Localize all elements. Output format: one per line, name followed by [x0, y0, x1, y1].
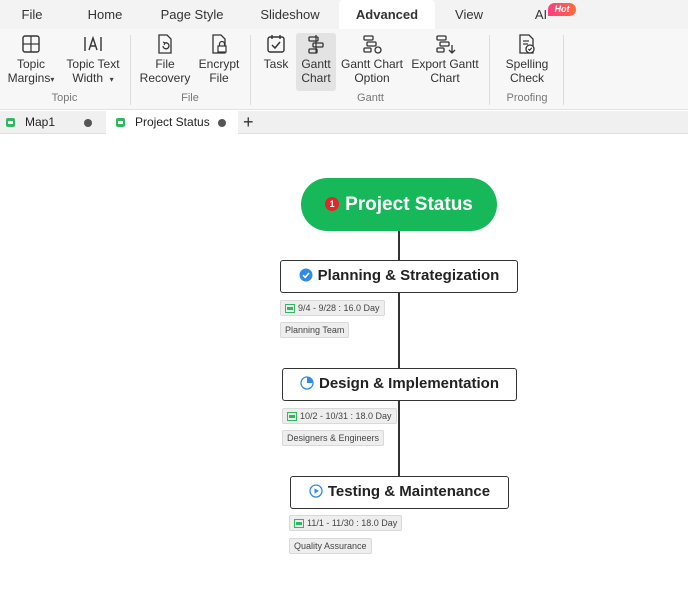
gantt-chart-icon — [308, 35, 324, 54]
topic-label: Testing & Maintenance — [327, 483, 491, 500]
spelling-check-label-2: Check — [509, 71, 544, 85]
gantt-chart-option-label-1: Gantt Chart — [340, 57, 404, 71]
gantt-bar-icon — [287, 412, 297, 421]
task-button[interactable]: Task — [259, 33, 293, 71]
new-tab-plus-icon[interactable]: + — [243, 111, 254, 133]
export-gantt-chart-label-2: Chart — [430, 71, 460, 85]
resource-tag[interactable]: Designers & Engineers — [282, 430, 385, 446]
encrypt-file-icon — [212, 34, 227, 54]
menu-tab-page-style[interactable]: Page Style — [157, 0, 227, 29]
doc-tab-map1[interactable]: Map1 — [0, 111, 104, 134]
topic-text-width-label-1: Topic Text — [66, 57, 120, 71]
gantt-chart-option-label-2: Option — [354, 71, 390, 85]
mindmap-file-icon — [6, 118, 15, 127]
export-gantt-chart-label-1: Export Gantt — [411, 57, 479, 71]
topic-group-label: Topic — [51, 92, 78, 104]
priority-badge-icon: 1 — [325, 197, 340, 211]
topic-margins-button[interactable]: Topic Margins▾ — [5, 33, 57, 87]
resource-tag[interactable]: Quality Assurance — [289, 538, 372, 554]
export-gantt-chart-button[interactable]: Export Gantt Chart — [408, 33, 482, 85]
menu-tab-home[interactable]: Home — [80, 0, 130, 29]
topic-margins-icon — [22, 35, 40, 53]
file-recovery-label-1: File — [155, 57, 175, 71]
menu-tab-view[interactable]: View — [448, 0, 490, 29]
export-gantt-icon — [436, 35, 456, 54]
menu-tab-file[interactable]: File — [12, 0, 52, 29]
hot-badge: Hot — [548, 3, 576, 16]
spelling-check-label-1: Spelling — [505, 57, 549, 71]
chevron-down-icon[interactable]: ▾ — [110, 75, 114, 84]
pie-progress-icon — [300, 376, 314, 390]
proofing-group-label: Proofing — [506, 92, 548, 104]
task-icon — [267, 35, 285, 53]
unsaved-dot-icon[interactable] — [218, 119, 226, 127]
root-topic-label: Project Status — [345, 194, 473, 215]
menu-bar: File Home Page Style Slideshow Advanced … — [0, 0, 688, 29]
topic-margins-label-1: Topic — [16, 57, 45, 71]
task-date-tag[interactable]: 11/1 - 11/30 : 18.0 Day — [289, 515, 403, 531]
resource-tag[interactable]: Planning Team — [280, 322, 350, 338]
doc-tab-project-status[interactable]: Project Status — [106, 111, 238, 134]
topic-margins-label-2: Margins▾ — [7, 71, 55, 85]
doc-tab-label: Map1 — [25, 115, 56, 129]
ribbon-separator — [489, 35, 490, 105]
topic-testing[interactable]: Testing & Maintenance — [290, 476, 509, 509]
connector-line — [398, 293, 400, 369]
ribbon-toolbar: Topic Margins▾ Topic Text Width ▾ Topic … — [0, 29, 688, 110]
gantt-option-icon — [363, 35, 382, 54]
file-recovery-icon — [158, 34, 172, 54]
unsaved-dot-icon[interactable] — [84, 119, 92, 127]
gantt-chart-option-button[interactable]: Gantt Chart Option — [340, 33, 404, 85]
gantt-group-label: Gantt — [357, 92, 384, 104]
task-date-tag[interactable]: 9/4 - 9/28 : 16.0 Day — [280, 300, 385, 316]
gantt-bar-icon — [285, 304, 295, 313]
doc-tab-label: Project Status — [135, 115, 210, 129]
mindmap-file-icon — [116, 118, 125, 127]
mindmap-canvas[interactable]: 1 Project Status Planning & Strategizatio… — [0, 134, 688, 595]
play-circle-icon — [309, 484, 323, 498]
connector-line — [398, 401, 400, 477]
topic-label: Planning & Strategization — [317, 267, 500, 284]
file-recovery-label-2: Recovery — [139, 71, 191, 85]
spelling-check-icon — [519, 34, 535, 54]
encrypt-file-button[interactable]: Encrypt File — [196, 33, 242, 85]
task-label: Task — [263, 57, 289, 71]
check-circle-icon — [299, 268, 313, 282]
topic-label: Design & Implementation — [318, 375, 500, 392]
gantt-chart-label-1: Gantt — [301, 57, 331, 71]
ribbon-separator — [130, 35, 131, 105]
menu-tab-slideshow[interactable]: Slideshow — [254, 0, 326, 29]
file-recovery-button[interactable]: File Recovery — [138, 33, 192, 85]
task-date-tag[interactable]: 10/2 - 10/31 : 18.0 Day — [282, 408, 397, 424]
connector-line — [398, 231, 400, 261]
ribbon-separator — [563, 35, 564, 105]
file-group-label: File — [181, 92, 199, 104]
gantt-chart-button[interactable]: Gantt Chart — [296, 33, 336, 91]
topic-text-width-button[interactable]: Topic Text Width ▾ — [62, 33, 124, 87]
text-width-icon — [84, 35, 102, 51]
gantt-chart-label-2: Chart — [301, 71, 331, 85]
chevron-down-icon[interactable]: ▾ — [50, 75, 54, 84]
topic-planning[interactable]: Planning & Strategization — [280, 260, 518, 293]
menu-tab-advanced[interactable]: Advanced — [339, 0, 435, 29]
gantt-bar-icon — [294, 519, 304, 528]
root-topic[interactable]: 1 Project Status — [301, 178, 497, 231]
encrypt-file-label-1: Encrypt — [198, 57, 240, 71]
document-tab-bar: Map1 Project Status + — [0, 111, 688, 134]
topic-text-width-label-2: Width ▾ — [72, 71, 114, 85]
encrypt-file-label-2: File — [209, 71, 229, 85]
ribbon-separator — [250, 35, 251, 105]
topic-design[interactable]: Design & Implementation — [282, 368, 517, 401]
spelling-check-button[interactable]: Spelling Check — [498, 33, 556, 85]
